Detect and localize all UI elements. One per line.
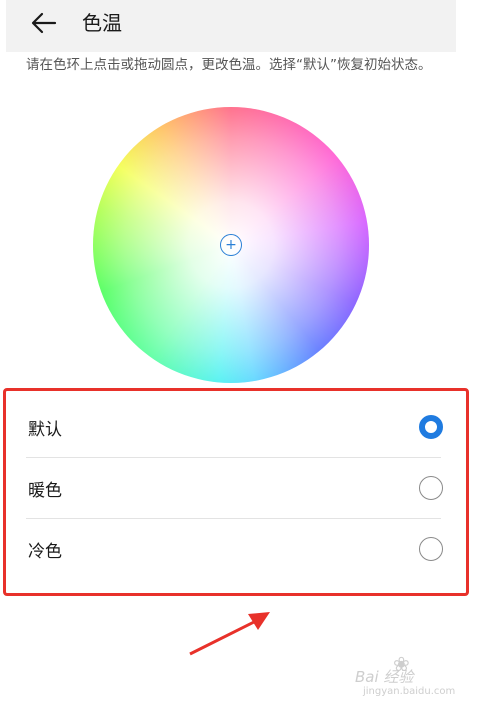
color-wheel-container: +: [93, 107, 369, 383]
option-label: 暖色: [28, 480, 62, 501]
radio-warm[interactable]: [419, 476, 443, 500]
option-label: 冷色: [28, 541, 62, 562]
back-button[interactable]: [28, 8, 60, 38]
radio-default[interactable]: [419, 415, 443, 439]
color-temperature-options: 默认 暖色 冷色: [3, 388, 469, 596]
option-warm[interactable]: 暖色: [16, 458, 443, 518]
top-bar: 色温: [6, 0, 456, 52]
watermark-url: jingyan.baidu.com: [363, 686, 456, 697]
watermark-brand: Bai 经验: [355, 668, 414, 686]
option-default[interactable]: 默认: [16, 397, 443, 457]
watermark: ❀ Bai 经验 jingyan.baidu.com: [355, 652, 465, 700]
annotation-arrow-icon: [189, 612, 270, 656]
page-title: 色温: [82, 11, 122, 35]
arrow-left-icon: [31, 12, 57, 34]
instruction-text: 请在色环上点击或拖动圆点，更改色温。选择“默认”恢复初始状态。: [26, 57, 432, 73]
color-picker-handle[interactable]: +: [220, 234, 242, 256]
option-cool[interactable]: 冷色: [16, 519, 443, 579]
radio-cool[interactable]: [419, 537, 443, 561]
option-label: 默认: [28, 419, 62, 440]
